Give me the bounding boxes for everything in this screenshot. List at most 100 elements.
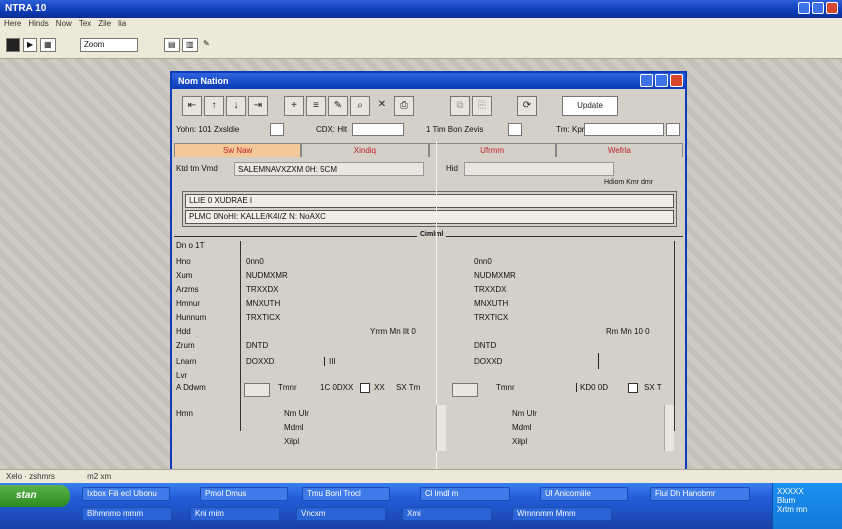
taskbar-item[interactable]: Blhmnmo mmm bbox=[82, 507, 172, 521]
address-label: Ktd tm Vmd bbox=[176, 164, 218, 173]
search-icon[interactable]: ⌕ bbox=[350, 96, 370, 116]
taskbar-item[interactable]: Kni mim bbox=[190, 507, 280, 521]
last-record-icon[interactable]: ⇥ bbox=[248, 96, 268, 116]
start-button[interactable]: stan bbox=[0, 485, 70, 507]
checkbox-left[interactable] bbox=[360, 383, 370, 393]
layout-icon[interactable]: ▤ bbox=[164, 38, 180, 52]
spin-input-left[interactable] bbox=[244, 383, 270, 397]
grid-icon[interactable]: ▦ bbox=[40, 38, 56, 52]
zoom-select[interactable]: Zoom bbox=[80, 38, 138, 52]
app-window-controls bbox=[798, 2, 838, 14]
field-value-right: 0nn0 bbox=[474, 257, 492, 266]
menu-item[interactable]: Tex bbox=[79, 19, 91, 30]
filter-label-2: CDX: Hlt bbox=[316, 125, 348, 134]
taskbar-item[interactable]: Xmi bbox=[402, 507, 492, 521]
save-icon[interactable]: ≡ bbox=[306, 96, 326, 116]
edit-icon[interactable]: ✎ bbox=[328, 96, 348, 116]
delete-icon[interactable]: ✕ bbox=[372, 96, 392, 116]
status-left: Xelo · zshmrs bbox=[6, 472, 55, 481]
field-label: Hmn bbox=[176, 409, 193, 418]
field-value-right: DNTD bbox=[474, 341, 497, 350]
first-record-icon[interactable]: ⇤ bbox=[182, 96, 202, 116]
close-button[interactable] bbox=[826, 2, 838, 14]
code-right: KD0 0D bbox=[576, 383, 608, 392]
address-input-2[interactable] bbox=[464, 162, 614, 176]
app-title: NTRA 10 bbox=[5, 3, 47, 14]
sx-label-right: SX T bbox=[644, 383, 662, 392]
filter-label-4: Tm: Kpr bbox=[556, 125, 585, 134]
record-icon[interactable] bbox=[6, 38, 20, 52]
field-value-right: NUDMXMR bbox=[474, 271, 516, 280]
system-tray: XXXXX Blum Xrtm mn bbox=[772, 483, 842, 529]
field-label: Hdd bbox=[176, 327, 191, 336]
menu-item[interactable]: Now bbox=[56, 19, 72, 30]
filter-checkbox-1[interactable] bbox=[270, 123, 284, 136]
next-record-icon[interactable]: ↓ bbox=[226, 96, 246, 116]
scrollbar-left[interactable] bbox=[436, 405, 446, 451]
menu-item[interactable]: Here bbox=[4, 19, 21, 30]
taskbar-item[interactable]: Cl lmdl m bbox=[420, 487, 510, 501]
taskbar-item[interactable]: Flui Dh Hanobmr bbox=[650, 487, 750, 501]
field-value-left: DOXXD bbox=[246, 357, 275, 366]
print-icon[interactable]: ⎙ bbox=[394, 96, 414, 116]
status-mid: m2 xm bbox=[87, 472, 112, 481]
taskbar-item[interactable]: Ul Anicomiile bbox=[540, 487, 628, 501]
field-value-left: DNTD bbox=[246, 341, 269, 350]
menu-item[interactable]: Hinds bbox=[28, 19, 48, 30]
field-value-right: MNXUTH bbox=[474, 299, 509, 308]
dialog-title: Nom Nation bbox=[178, 76, 229, 86]
filter-dropdown-button[interactable] bbox=[666, 123, 680, 136]
taskbar-item[interactable]: Tmu Bonl Trocl bbox=[302, 487, 390, 501]
taskbar-item[interactable]: Ixbox Fili ecl Ubonu bbox=[82, 487, 170, 501]
list-item[interactable]: LLIE 0 XUDRAE I bbox=[185, 194, 674, 208]
menu-item[interactable]: lia bbox=[118, 19, 126, 30]
nmdr-right: Nm Ulr bbox=[512, 409, 537, 418]
dialog-close-button[interactable] bbox=[670, 74, 683, 87]
field-value-right: DOXXD bbox=[474, 357, 503, 366]
scrollbar-right[interactable] bbox=[664, 405, 674, 451]
pin-icon[interactable]: ✎ bbox=[200, 38, 216, 52]
sx-label-left: SX Tm bbox=[396, 383, 421, 392]
address-input[interactable]: SALEMNAVXZXM 0H: 5CM bbox=[234, 162, 424, 176]
filter-label-1: Yohn: 101 Zxsldie bbox=[176, 125, 240, 134]
minimize-button[interactable] bbox=[798, 2, 810, 14]
paste-icon[interactable]: ⎘ bbox=[472, 96, 492, 116]
list-item[interactable]: PLMC 0NoHI: KALLE/K4I/Z N: NoAXC bbox=[185, 210, 674, 224]
tab-4[interactable]: Wefrla bbox=[555, 143, 683, 157]
field-value-left: TRXXDX bbox=[246, 285, 279, 294]
maximize-button[interactable] bbox=[812, 2, 824, 14]
tab-2[interactable]: Xindiq bbox=[301, 143, 429, 157]
filter-checkbox-3[interactable] bbox=[508, 123, 522, 136]
tab-1[interactable]: Sw Naw bbox=[174, 143, 302, 157]
menu-item[interactable]: Zile bbox=[98, 19, 111, 30]
app-status-bar: Xelo · zshmrs m2 xm bbox=[0, 469, 842, 483]
filter-select-4[interactable] bbox=[584, 123, 664, 136]
field-value-right: TRXXDX bbox=[474, 285, 507, 294]
checkbox-right[interactable] bbox=[628, 383, 638, 393]
tab-3[interactable]: Ufrmm bbox=[428, 143, 556, 157]
dialog-maximize-button[interactable] bbox=[655, 74, 668, 87]
app-toolbar: ▶ ▦ Zoom ▤ ▥ ✎ bbox=[0, 31, 842, 59]
new-record-icon[interactable]: + bbox=[284, 96, 304, 116]
layout2-icon[interactable]: ▥ bbox=[182, 38, 198, 52]
address-label-2: Hid bbox=[446, 164, 459, 173]
right-note: Hdiom Kmr dmr bbox=[604, 179, 654, 186]
dialog-minimize-button[interactable] bbox=[640, 74, 653, 87]
taskbar-item[interactable]: Wmnnmm Mmm bbox=[512, 507, 612, 521]
update-button[interactable]: Update bbox=[562, 96, 618, 116]
copy-icon[interactable]: ⧉ bbox=[450, 96, 470, 116]
mdml-left: Mdml bbox=[284, 423, 304, 432]
filter-input-2[interactable] bbox=[352, 123, 404, 136]
play-icon[interactable]: ▶ bbox=[23, 38, 37, 52]
app-title-bar: NTRA 10 bbox=[0, 0, 842, 18]
nmdr-left: Nm Ulr bbox=[284, 409, 309, 418]
nation-dialog: Nom Nation ⇤ ↑ ↓ ⇥ + ≡ ✎ ⌕ ✕ ⎙ ⧉ ⎘ ⟳ Upd… bbox=[170, 71, 687, 495]
refresh-icon[interactable]: ⟳ bbox=[517, 96, 537, 116]
spin-input-right[interactable] bbox=[452, 383, 478, 397]
taskbar-item[interactable]: Pmol Dmus bbox=[200, 487, 288, 501]
filter-label-3: 1 Tim Bon Zevis bbox=[426, 125, 484, 134]
detail-fields: Dn o 1T Hno 0nn0 0nn0 Xum NUDMXMR NUDMXM… bbox=[174, 141, 683, 491]
taskbar-item[interactable]: Vncxm bbox=[296, 507, 386, 521]
field-value-left: TRXTICX bbox=[246, 313, 281, 322]
previous-record-icon[interactable]: ↑ bbox=[204, 96, 224, 116]
